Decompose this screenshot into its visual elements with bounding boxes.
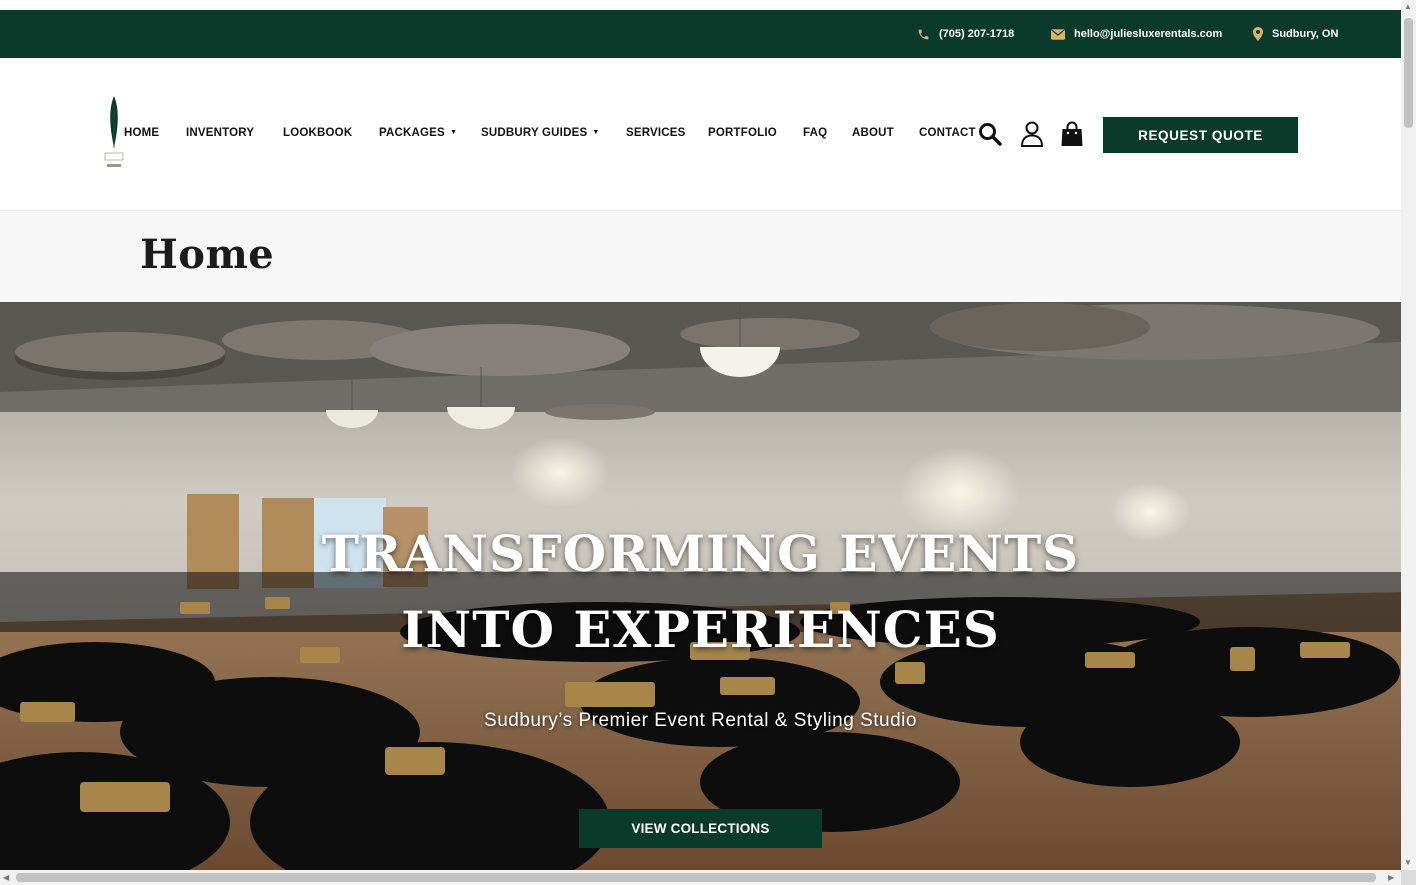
location-text: Sudbury, ON [1272,28,1339,40]
vertical-scroll-thumb[interactable] [1404,18,1413,128]
location-link[interactable]: Sudbury, ON [1253,10,1338,58]
nav-sudbury-guides-label: SUDBURY GUIDES [481,127,588,139]
request-quote-button[interactable]: REQUEST QUOTE [1103,117,1298,153]
hero-background-image [0,302,1401,870]
horizontal-scrollbar[interactable]: ◀ ▶ [0,870,1401,885]
vertical-scrollbar[interactable]: ▲ ▼ [1401,0,1416,870]
shopping-bag-icon[interactable] [1061,121,1083,152]
nav-lookbook[interactable]: LOOKBOOK [283,127,352,139]
nav-inventory[interactable]: INVENTORY [186,127,254,139]
hero-section: TRANSFORMING EVENTS INTO EXPERIENCES Sud… [0,302,1401,870]
nav-services[interactable]: SERVICES [626,127,686,139]
nav-portfolio[interactable]: PORTFOLIO [708,127,777,139]
phone-icon [918,29,929,39]
top-spacer [0,0,1401,10]
scroll-right-arrow-icon[interactable]: ▶ [1388,873,1394,882]
phone-text: (705) 207-1718 [939,28,1015,40]
horizontal-scroll-thumb[interactable] [16,873,1376,882]
contact-bar: (705) 207-1718 hello@juliesluxerentals.c… [0,10,1401,58]
map-pin-icon [1253,27,1263,41]
nav-home[interactable]: HOME [124,127,159,139]
email-link[interactable]: hello@juliesluxerentals.com [1051,10,1222,58]
nav-packages-label: PACKAGES [379,127,445,139]
user-icon[interactable] [1020,121,1044,152]
envelope-icon [1051,28,1065,40]
scroll-down-arrow-icon[interactable]: ▼ [1404,858,1412,867]
hero-title-line-1: TRANSFORMING EVENTS [321,524,1080,583]
scrollbar-corner [1401,870,1416,885]
page-title: Home [140,231,275,278]
caret-down-icon: ▼ [592,129,600,136]
site-header: HOME INVENTORY LOOKBOOK PACKAGES ▼ SUDBUR… [0,58,1401,210]
site-logo[interactable] [103,96,125,176]
scroll-up-arrow-icon[interactable]: ▲ [1404,2,1412,11]
hero-subtitle: Sudbury’s Premier Event Rental & Styling… [484,710,917,731]
caret-down-icon: ▼ [449,129,458,136]
nav-sudbury-guides[interactable]: SUDBURY GUIDES ▼ [481,127,599,139]
search-icon[interactable] [978,122,1002,151]
nav-about[interactable]: ABOUT [852,127,894,139]
phone-link[interactable]: (705) 207-1718 [917,10,1014,58]
hero-title-line-2: INTO EXPERIENCES [401,600,1000,659]
email-text: hello@juliesluxerentals.com [1074,28,1223,40]
scroll-left-arrow-icon[interactable]: ◀ [3,873,9,882]
browser-viewport: (705) 207-1718 hello@juliesluxerentals.c… [0,0,1401,870]
nav-packages[interactable]: PACKAGES ▼ [379,127,457,139]
page-title-bar: Home [0,210,1401,302]
view-collections-button[interactable]: VIEW COLLECTIONS [579,809,822,848]
nav-faq[interactable]: FAQ [803,127,827,139]
nav-contact[interactable]: CONTACT [919,127,976,139]
